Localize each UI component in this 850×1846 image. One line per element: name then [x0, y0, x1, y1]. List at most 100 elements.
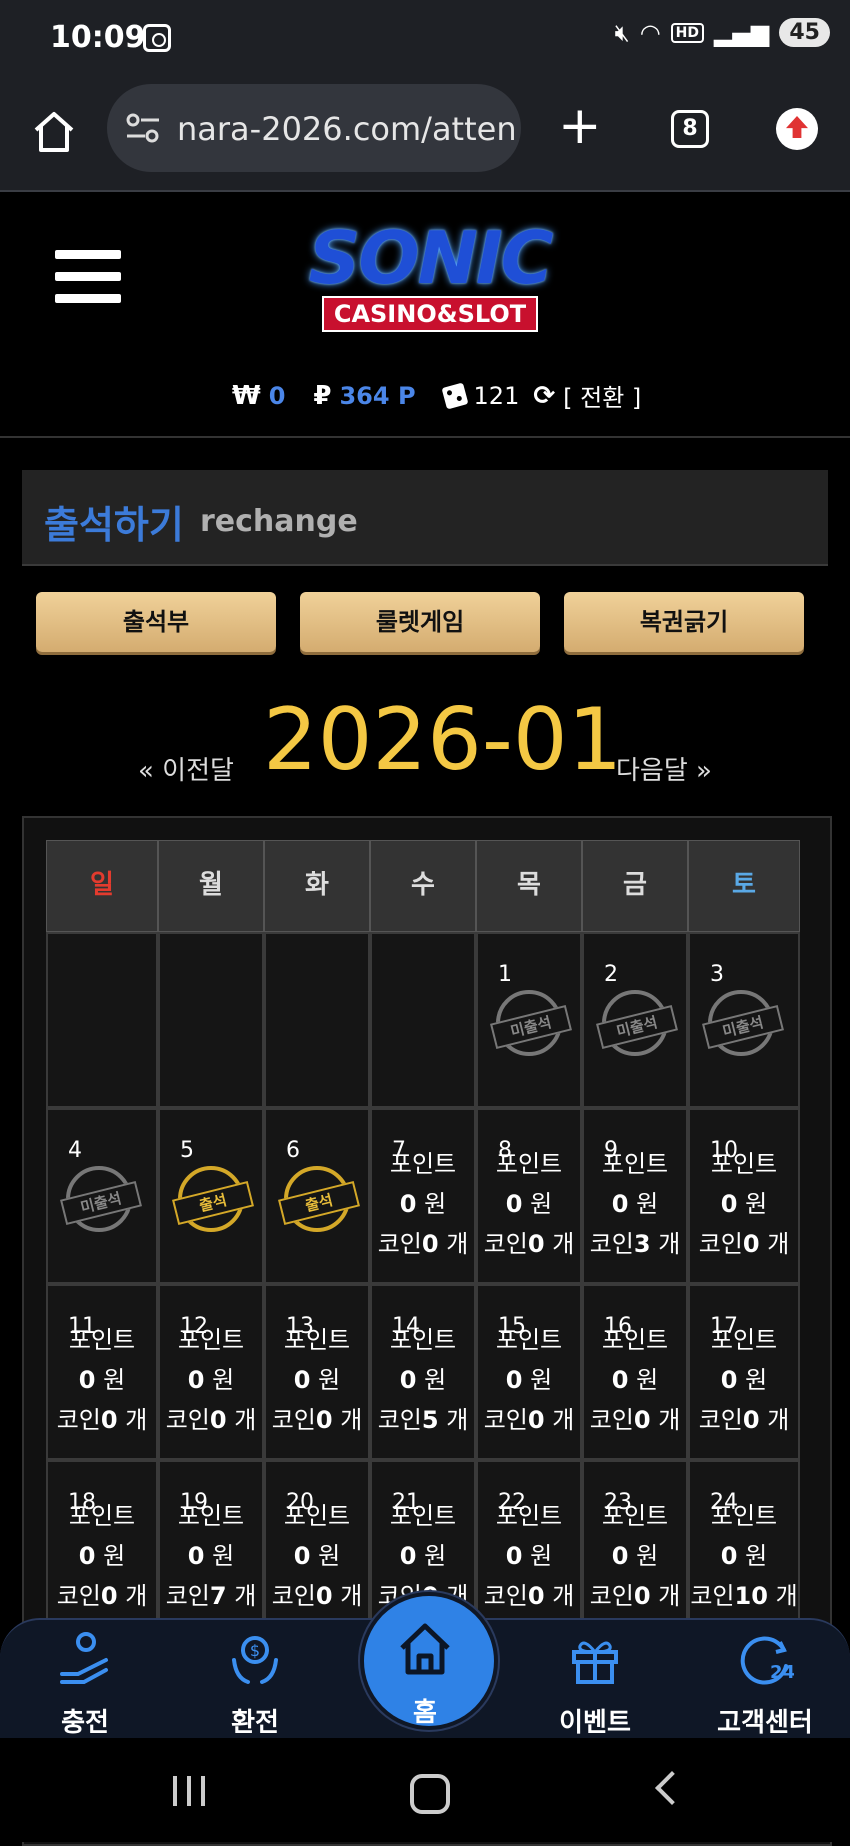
count-unit: 개: [125, 1406, 148, 1434]
point-value: 0: [293, 1542, 311, 1570]
day-reward-info: 포인트0 원코인0 개: [690, 1320, 798, 1440]
lottery-tab-button[interactable]: 복권긁기: [564, 592, 804, 652]
day-reward-info: 포인트0 원코인0 개: [584, 1320, 686, 1440]
calendar-day-cell: 14 포인트 0 원 코인5 개: [370, 1284, 476, 1460]
weekday-header: 토: [688, 840, 800, 932]
coin-row: 코인0 개: [160, 1400, 262, 1440]
point-label: 포인트: [177, 1326, 245, 1354]
point-label: 포인트: [601, 1150, 669, 1178]
nav-withdraw-label: 환전: [231, 1708, 279, 1738]
back-icon[interactable]: [655, 1771, 689, 1805]
point-label: 포인트: [68, 1326, 136, 1354]
prev-month-link[interactable]: « 이전달: [138, 750, 234, 787]
coin-value: 0: [633, 1406, 651, 1434]
coin-row: 코인0 개: [584, 1576, 686, 1616]
nav-event[interactable]: 이벤트: [535, 1630, 655, 1739]
nav-deposit[interactable]: 충전: [25, 1630, 145, 1739]
point-value: 0: [611, 1366, 629, 1394]
refresh-icon[interactable]: ⟳: [533, 381, 555, 411]
battery-indicator: 45: [779, 18, 830, 47]
attendance-tab-button[interactable]: 출석부: [36, 592, 276, 652]
day-reward-info: 포인트0 원코인0 개: [478, 1144, 580, 1264]
stamp-label: 미출석: [490, 1004, 572, 1050]
url-text: nara-2026.com/atten: [177, 110, 517, 148]
won-balance: 0: [268, 381, 286, 410]
won-unit: 원: [636, 1366, 659, 1394]
browser-toolbar: nara-2026.com/atten + 8: [0, 80, 850, 192]
stamp-label: 미출석: [60, 1180, 142, 1226]
day-reward-info: 포인트0 원코인0 개: [160, 1320, 262, 1440]
calendar-day-cell: 12 포인트 0 원 코인0 개: [158, 1284, 264, 1460]
weekday-header: 수: [370, 840, 476, 932]
point-label: 포인트: [710, 1150, 778, 1178]
update-icon[interactable]: [776, 108, 818, 150]
count-unit: 개: [658, 1230, 681, 1258]
day-number: 6: [286, 1138, 300, 1163]
day-reward-info: 포인트 0 원 코인5 개: [372, 1320, 474, 1440]
won-unit: 원: [424, 1190, 447, 1218]
point-label: 포인트: [389, 1326, 457, 1354]
point-value: 0: [611, 1190, 629, 1218]
coin-label: 코인: [589, 1230, 634, 1258]
day-number: 5: [180, 1138, 194, 1163]
switch-button[interactable]: [ 전환 ]: [563, 378, 641, 413]
address-bar[interactable]: nara-2026.com/atten: [107, 84, 521, 172]
calendar-day-cell: 20 포인트 0 원 코인0 개: [264, 1460, 370, 1636]
month-navigation: « 이전달 2026-01 다음달 »: [0, 690, 850, 790]
new-tab-icon[interactable]: +: [558, 100, 602, 152]
status-bar: 10:09 🔇︎ ◠ HD ▂▄▆ 45: [0, 0, 850, 80]
point-value: 0: [505, 1366, 523, 1394]
calendar-day-cell: 6 출석: [264, 1108, 370, 1284]
point-balance: 364 P: [339, 381, 416, 410]
nav-support[interactable]: 24 고객센터: [705, 1630, 825, 1739]
coin-label: 코인: [377, 1406, 422, 1434]
point-row: 0 원: [160, 1536, 262, 1576]
coin-row: 코인0 개: [266, 1400, 368, 1440]
svg-text:$: $: [250, 1641, 260, 1660]
point-value: 0: [187, 1542, 205, 1570]
roulette-tab-button[interactable]: 룰렛게임: [300, 592, 540, 652]
coin-row: 코인0 개: [48, 1400, 156, 1440]
stamp-label: 출석: [172, 1180, 254, 1226]
won-unit: 원: [530, 1190, 553, 1218]
point-label: 포인트: [177, 1502, 245, 1530]
point-value: 0: [293, 1366, 311, 1394]
won-unit: 원: [212, 1542, 235, 1570]
count-unit: 개: [767, 1230, 790, 1258]
point-row: 0 원: [266, 1536, 368, 1576]
stamp-label: 미출석: [596, 1004, 678, 1050]
current-month: 2026-01: [263, 690, 623, 790]
status-time: 10:09: [50, 20, 146, 55]
tab-switcher-button[interactable]: 8: [671, 110, 709, 148]
menu-icon[interactable]: [55, 250, 121, 308]
coin-row: 코인0 개: [584, 1400, 686, 1440]
site-logo[interactable]: SONIC CASINO&SLOT: [285, 222, 575, 332]
won-unit: 원: [530, 1542, 553, 1570]
recents-icon[interactable]: [173, 1776, 215, 1810]
site-settings-icon[interactable]: [125, 112, 161, 144]
point-row: 0 원: [478, 1184, 580, 1224]
calendar-day-cell: 11 포인트 0 원 코인0 개: [46, 1284, 158, 1460]
point-row: 0 원: [48, 1360, 156, 1400]
stamp-label: 출석: [278, 1180, 360, 1226]
nav-withdraw[interactable]: $ 환전: [195, 1630, 315, 1739]
coin-row: 코인0 개: [266, 1576, 368, 1616]
won-unit: 원: [103, 1542, 126, 1570]
day-number: 3: [710, 962, 724, 987]
point-value: 0: [399, 1366, 417, 1394]
count-unit: 개: [125, 1582, 148, 1610]
coin-value: 3: [633, 1230, 651, 1258]
next-month-link[interactable]: 다음달 »: [616, 750, 712, 787]
system-home-icon[interactable]: [410, 1774, 450, 1814]
calendar-day-cell: 19 포인트 0 원 코인7 개: [158, 1460, 264, 1636]
nav-home-button[interactable]: 홈: [360, 1592, 498, 1730]
point-label: 포인트: [495, 1502, 563, 1530]
coin-value: 0: [421, 1230, 439, 1258]
coin-row: 코인5 개: [372, 1400, 474, 1440]
count-unit: 개: [552, 1406, 575, 1434]
won-unit: 원: [745, 1366, 768, 1394]
coin-label: 코인: [698, 1230, 743, 1258]
weekday-header: 월: [158, 840, 264, 932]
browser-home-icon[interactable]: [30, 108, 78, 156]
point-value: 0: [78, 1366, 96, 1394]
